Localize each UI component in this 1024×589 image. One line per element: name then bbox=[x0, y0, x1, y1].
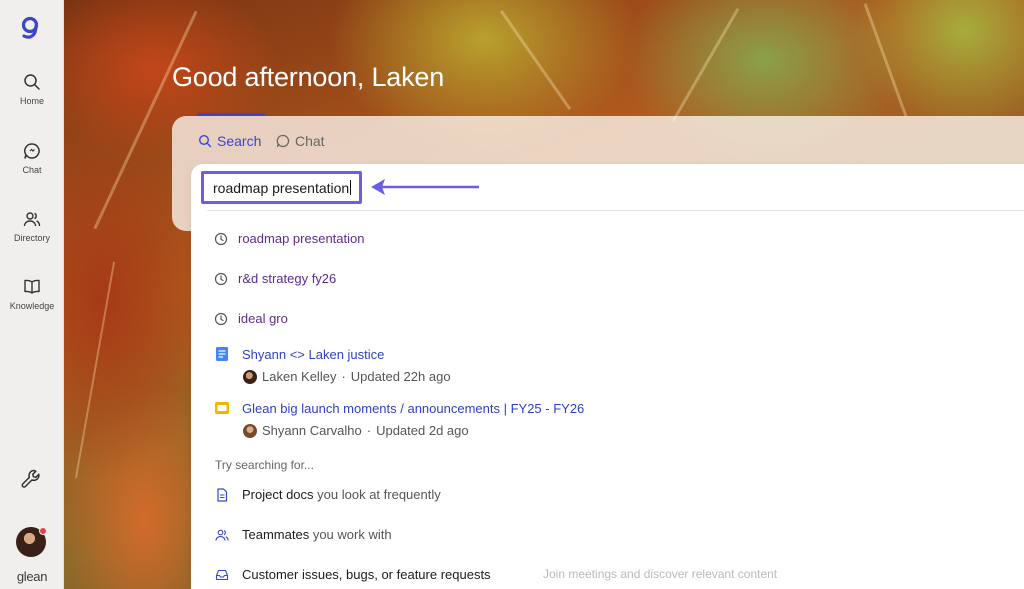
brand-wordmark: glean bbox=[16, 569, 48, 584]
document-title[interactable]: Glean big launch moments / announcements… bbox=[242, 401, 584, 416]
recent-search-item[interactable]: r&d strategy fy26 bbox=[214, 271, 336, 286]
notification-dot bbox=[39, 527, 47, 535]
document-updated: Updated 22h ago bbox=[350, 369, 451, 384]
document-author: Shyann Carvalho bbox=[262, 423, 362, 438]
clock-icon bbox=[214, 232, 228, 245]
tab-label: Search bbox=[217, 133, 262, 149]
search-input-value: roadmap presentation bbox=[213, 180, 352, 196]
recent-search-label: r&d strategy fy26 bbox=[238, 271, 337, 286]
suggestion-text: Teammates you work with bbox=[242, 527, 392, 542]
clock-icon bbox=[214, 272, 228, 285]
tab-chat[interactable]: Chat bbox=[276, 133, 325, 149]
tab-search[interactable]: Search bbox=[198, 133, 261, 149]
annotation-arrow-icon bbox=[371, 179, 479, 195]
people-icon bbox=[23, 212, 41, 227]
suggestion-rest: you work with bbox=[309, 527, 392, 542]
recent-search-item[interactable]: roadmap presentation bbox=[214, 231, 364, 246]
clock-icon bbox=[214, 312, 228, 325]
chat-icon bbox=[276, 134, 290, 148]
suggestion-item[interactable]: Customer issues, bugs, or feature reques… bbox=[215, 567, 491, 582]
document-result[interactable]: Glean big launch moments / announcements… bbox=[214, 400, 584, 438]
suggestion-strong: Project docs bbox=[242, 487, 314, 502]
sidebar-item-home[interactable]: Home bbox=[0, 73, 64, 106]
author-avatar bbox=[243, 423, 257, 438]
sidebar-item-label: Home bbox=[19, 96, 44, 106]
inbox-icon bbox=[215, 569, 229, 580]
document-result[interactable]: Shyann <> Laken justice Laken Kelley · U… bbox=[214, 346, 451, 384]
active-tab-indicator bbox=[197, 113, 265, 116]
recent-search-label: ideal gro bbox=[238, 311, 288, 326]
sidebar-item-label: Directory bbox=[13, 233, 50, 243]
meta-separator: · bbox=[366, 423, 372, 438]
text-caret bbox=[350, 180, 352, 195]
suggestion-strong: Customer issues, bugs, or feature reques… bbox=[242, 567, 491, 582]
suggestion-text: Customer issues, bugs, or feature reques… bbox=[242, 567, 491, 582]
recent-search-item[interactable]: ideal gro bbox=[214, 311, 288, 326]
meta-separator: · bbox=[341, 369, 346, 384]
search-input[interactable]: roadmap presentation bbox=[201, 171, 362, 204]
tab-label: Chat bbox=[295, 133, 325, 149]
suggestion-item[interactable]: Teammates you work with bbox=[215, 527, 392, 542]
sidebar: Home Chat Directory Knowledge glean bbox=[0, 0, 64, 589]
recent-search-label: roadmap presentation bbox=[238, 231, 365, 246]
document-updated: Updated 2d ago bbox=[376, 423, 469, 438]
book-icon bbox=[24, 279, 40, 294]
video-caption: Join meetings and discover relevant cont… bbox=[543, 567, 778, 581]
sidebar-item-knowledge[interactable]: Knowledge bbox=[0, 278, 64, 311]
sidebar-item-chat[interactable]: Chat bbox=[0, 142, 64, 175]
google-doc-icon bbox=[216, 347, 228, 361]
suggestion-strong: Teammates bbox=[242, 527, 310, 542]
try-searching-heading: Try searching for... bbox=[215, 458, 314, 472]
search-icon bbox=[24, 74, 40, 90]
suggestion-item[interactable]: Project docs you look at frequently bbox=[215, 487, 441, 502]
google-slides-icon bbox=[215, 402, 229, 414]
document-title[interactable]: Shyann <> Laken justice bbox=[242, 347, 384, 362]
sidebar-item-label: Chat bbox=[22, 165, 42, 175]
query-text: roadmap presentation bbox=[213, 180, 350, 196]
suggestion-rest: you look at frequently bbox=[313, 487, 441, 502]
document-icon bbox=[217, 487, 228, 502]
sidebar-item-label: Knowledge bbox=[9, 301, 55, 311]
glean-logo-icon[interactable] bbox=[17, 14, 45, 42]
document-author: Laken Kelley bbox=[262, 369, 337, 384]
search-icon bbox=[198, 134, 212, 148]
people-icon bbox=[215, 529, 229, 541]
chat-icon bbox=[24, 143, 40, 159]
user-avatar[interactable] bbox=[16, 527, 47, 557]
wrench-icon[interactable] bbox=[20, 468, 42, 490]
suggestion-text: Project docs you look at frequently bbox=[242, 487, 441, 502]
greeting-heading: Good afternoon, Laken bbox=[172, 62, 445, 92]
sidebar-item-directory[interactable]: Directory bbox=[0, 210, 64, 243]
author-avatar bbox=[243, 369, 257, 384]
divider bbox=[207, 210, 1024, 211]
